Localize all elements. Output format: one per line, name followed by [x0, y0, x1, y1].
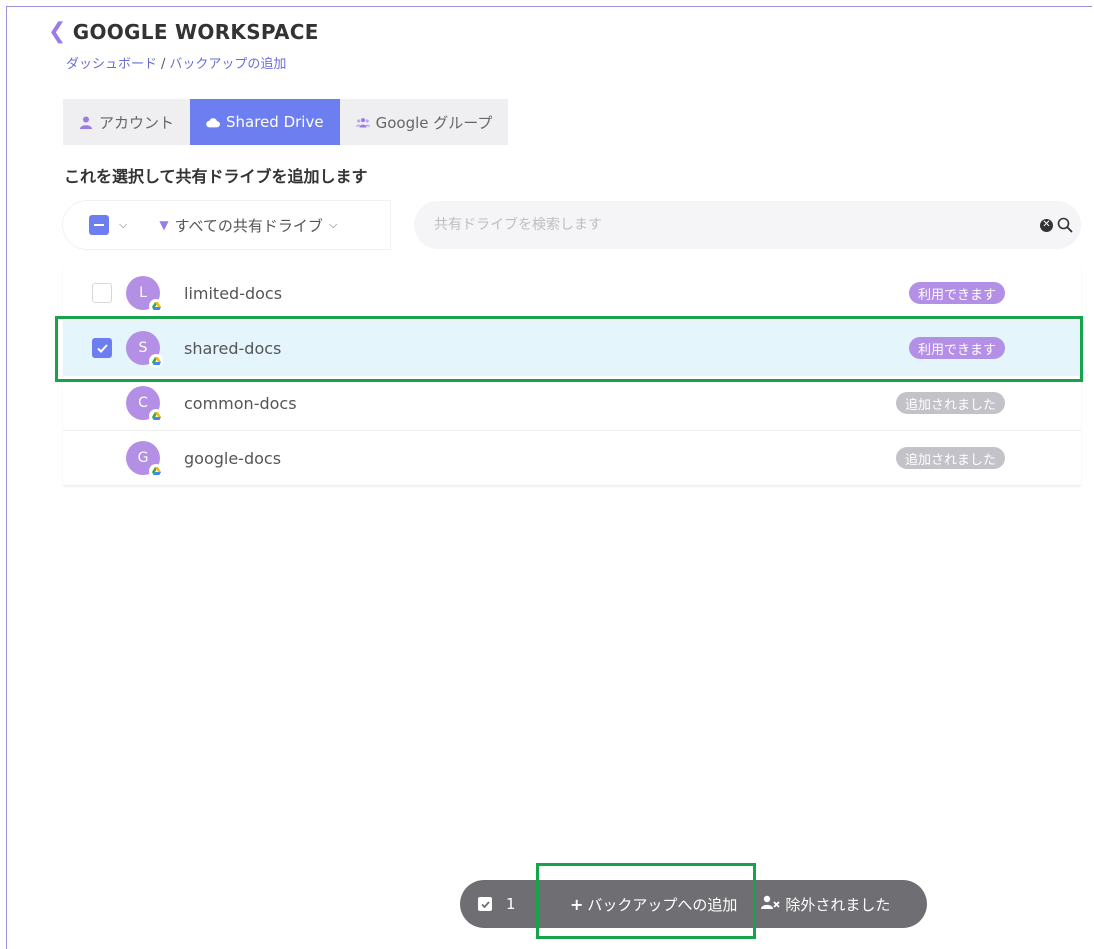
tab-google-group[interactable]: Google グループ — [339, 99, 509, 145]
google-drive-icon — [149, 354, 163, 368]
checkmark-icon — [96, 343, 108, 353]
drive-name: limited-docs — [184, 283, 283, 303]
status-badge: 利用できます — [908, 282, 1005, 304]
selection-filter-group: ⌵ ▼ すべての共有ドライブ ⌵ — [63, 201, 390, 249]
row-checkbox[interactable] — [92, 283, 112, 303]
drive-row-shared-docs[interactable]: S shared-docs 利用できます — [63, 321, 1081, 376]
avatar-initial: C — [138, 395, 148, 411]
tab-shared-drive-label: Shared Drive — [226, 113, 324, 131]
avatar-initial: G — [137, 450, 149, 466]
toolbar: ⌵ ▼ すべての共有ドライブ ⌵ ✕ — [63, 200, 1081, 250]
avatar: C — [126, 386, 163, 423]
plus-icon: + — [570, 894, 584, 914]
breadcrumb-add-backup[interactable]: バックアップの追加 — [169, 57, 286, 72]
search-input[interactable] — [432, 216, 1040, 234]
avatar-initial: S — [138, 340, 148, 356]
search-icon[interactable] — [1057, 217, 1073, 233]
tab-account-label: アカウント — [99, 113, 175, 132]
drive-name: shared-docs — [184, 338, 282, 358]
filter-label: すべての共有ドライブ — [174, 216, 323, 235]
filter-icon: ▼ — [159, 218, 169, 232]
group-icon — [355, 115, 370, 129]
add-to-backup-label: バックアップへの追加 — [587, 895, 738, 914]
shared-drive-list: L limited-docs 利用できます S shared-docs 利用でき… — [63, 266, 1081, 486]
search-box: ✕ — [414, 201, 1081, 249]
status-badge: 追加されました — [895, 447, 1005, 469]
google-drive-icon — [149, 464, 163, 478]
selected-count-value: 1 — [506, 895, 516, 913]
clear-icon[interactable]: ✕ — [1040, 218, 1053, 232]
tab-google-group-label: Google グループ — [375, 113, 493, 132]
status-badge: 追加されました — [895, 392, 1005, 414]
drive-row-limited-docs[interactable]: L limited-docs 利用できます — [63, 266, 1081, 321]
row-checkbox[interactable] — [92, 338, 112, 358]
tab-shared-drive[interactable]: Shared Drive — [190, 99, 340, 145]
breadcrumb: ダッシュボード / バックアップの追加 — [66, 53, 286, 72]
filter-chevron-down-icon: ⌵ — [328, 218, 338, 231]
checkbox-icon — [478, 897, 492, 911]
section-title: これを選択して共有ドライブを追加します — [64, 167, 368, 186]
user-icon — [79, 115, 93, 129]
breadcrumb-separator: / — [161, 57, 166, 72]
breadcrumb-dashboard[interactable]: ダッシュボード — [66, 57, 157, 72]
chevron-down-icon[interactable]: ⌵ — [119, 218, 127, 232]
drive-filter-dropdown[interactable]: ▼ すべての共有ドライブ ⌵ — [159, 215, 337, 236]
tab-bar: アカウント Shared Drive Google グループ — [63, 99, 509, 145]
excluded-button[interactable]: 除外されました — [751, 880, 904, 928]
google-drive-icon — [149, 409, 163, 423]
indeterminate-dash-icon — [94, 224, 104, 226]
status-badge: 利用できます — [908, 337, 1005, 359]
drive-name: google-docs — [184, 448, 282, 468]
user-excluded-icon — [761, 895, 781, 913]
drive-row-google-docs[interactable]: G google-docs 追加されました — [63, 431, 1081, 486]
bulk-action-bar: 1 + バックアップへの追加 除外されました — [460, 880, 927, 928]
tab-account[interactable]: アカウント — [63, 99, 191, 145]
avatar: S — [126, 331, 163, 368]
drive-name: common-docs — [184, 393, 297, 413]
selected-count: 1 — [460, 895, 556, 913]
page-header: ❮ GOOGLE WORKSPACE — [48, 20, 319, 44]
avatar-initial: L — [139, 285, 147, 301]
add-to-backup-button[interactable]: + バックアップへの追加 — [556, 880, 751, 928]
drive-row-common-docs[interactable]: C common-docs 追加されました — [63, 376, 1081, 431]
google-drive-icon — [149, 299, 163, 313]
avatar: G — [126, 441, 163, 478]
excluded-label: 除外されました — [785, 895, 891, 914]
page-title: GOOGLE WORKSPACE — [72, 20, 319, 44]
select-all-checkbox[interactable] — [89, 215, 109, 235]
avatar: L — [126, 276, 163, 313]
back-chevron-icon[interactable]: ❮ — [48, 21, 67, 43]
cloud-icon — [206, 115, 221, 129]
